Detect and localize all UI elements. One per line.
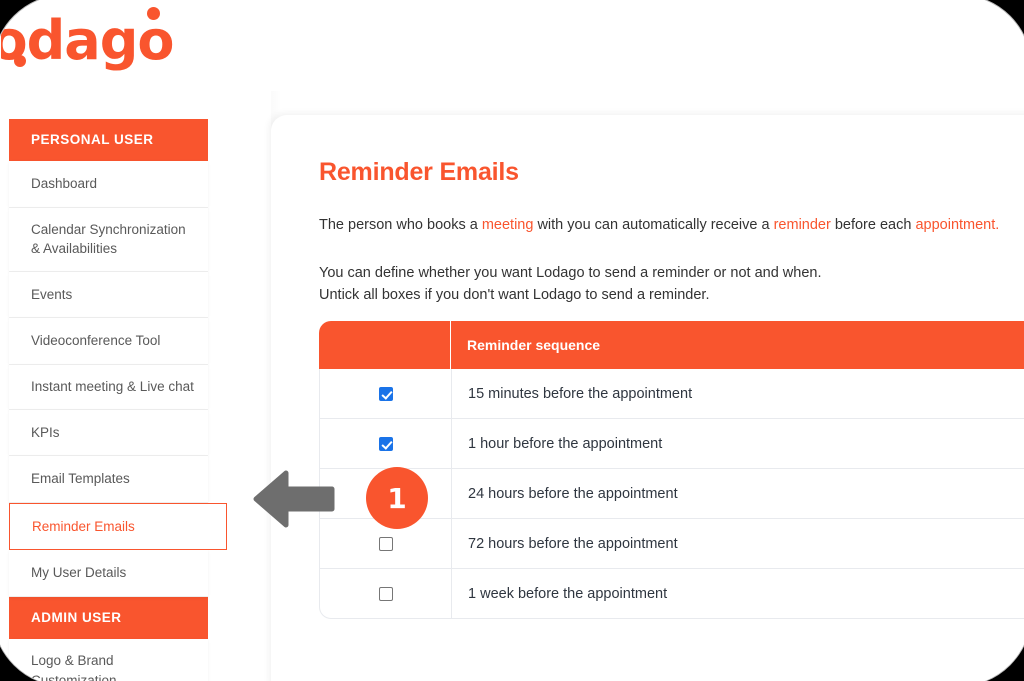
- table-cell-label: 24 hours before the appointment: [468, 485, 678, 502]
- intro-paragraph-2: You can define whether you want Lodago t…: [319, 265, 822, 281]
- sidebar-item-dashboard[interactable]: Dashboard: [9, 161, 208, 208]
- step-badge-1: 1: [366, 467, 428, 529]
- intro-paragraph-3: Untick all boxes if you don't want Lodag…: [319, 287, 710, 303]
- lodago-logo[interactable]: lodago: [1, 7, 174, 72]
- sidebar-item-videoconference-tool[interactable]: Videoconference Tool: [9, 318, 208, 365]
- intro-highlight-appointment: appointment.: [915, 217, 1000, 233]
- logo-dot-o-icon: [147, 7, 160, 20]
- main-content-card: Reminder Emails The person who books a m…: [271, 115, 1024, 681]
- logo-text: lodago: [1, 9, 174, 72]
- table-cell-checkbox: [320, 569, 452, 618]
- intro-text-c: before each: [830, 217, 916, 233]
- left-arrow-annotation-icon: [253, 470, 335, 528]
- app-window: lodago PERSONAL USER Dashboard Calendar …: [0, 0, 1024, 681]
- intro-paragraph-1: The person who books a meeting with you …: [319, 215, 999, 236]
- logo-dot-i-icon: [14, 55, 26, 67]
- sidebar-item-calendar-synchronization[interactable]: Calendar Synchronization & Availabilitie…: [9, 207, 208, 272]
- intro-text-a: The person who books a: [319, 217, 482, 233]
- sidebar: PERSONAL USER Dashboard Calendar Synchro…: [1, 91, 271, 681]
- sidebar-nav-list: PERSONAL USER Dashboard Calendar Synchro…: [9, 119, 227, 681]
- intro-highlight-reminder: reminder: [773, 217, 831, 233]
- checkbox-1-week[interactable]: [378, 586, 393, 601]
- checkbox-1-hour[interactable]: [378, 436, 393, 451]
- sidebar-section-admin-user: ADMIN USER: [9, 596, 208, 639]
- table-row[interactable]: 1 week before the appointment: [319, 569, 1024, 619]
- table-cell-label: 1 hour before the appointment: [468, 435, 663, 452]
- checkbox-72-hours[interactable]: [378, 536, 393, 551]
- sidebar-item-reminder-emails[interactable]: Reminder Emails: [9, 502, 227, 551]
- table-cell-checkbox: [320, 369, 452, 418]
- sidebar-item-instant-meeting-live-chat[interactable]: Instant meeting & Live chat: [9, 365, 208, 410]
- reminder-sequence-table: Reminder sequence 15 minutes before the …: [319, 321, 1024, 619]
- table-header-checkbox-column: [319, 321, 451, 369]
- sidebar-item-events[interactable]: Events: [9, 271, 208, 319]
- table-cell-label: 15 minutes before the appointment: [468, 385, 693, 402]
- sidebar-item-email-templates[interactable]: Email Templates: [9, 456, 208, 503]
- screenshot-root: lodago PERSONAL USER Dashboard Calendar …: [0, 0, 1024, 681]
- intro-text-b: with you can automatically receive a: [533, 217, 774, 233]
- table-header-row: Reminder sequence: [319, 321, 1024, 369]
- table-row[interactable]: 15 minutes before the appointment: [319, 369, 1024, 419]
- table-cell-label: 1 week before the appointment: [468, 585, 668, 602]
- sidebar-section-personal-user: PERSONAL USER: [9, 119, 208, 162]
- app-body: PERSONAL USER Dashboard Calendar Synchro…: [1, 91, 1024, 681]
- table-cell-label: 72 hours before the appointment: [468, 535, 678, 552]
- intro-highlight-meeting: meeting: [481, 217, 534, 233]
- checkbox-15-minutes[interactable]: [378, 386, 393, 401]
- sidebar-item-logo-brand-customization[interactable]: Logo & Brand Customization: [9, 639, 208, 681]
- table-cell-checkbox: [320, 419, 452, 468]
- table-header-reminder-sequence: Reminder sequence: [467, 337, 601, 353]
- page-title: Reminder Emails: [319, 158, 519, 186]
- logo-container: lodago: [1, 1, 341, 97]
- table-row[interactable]: 72 hours before the appointment: [319, 519, 1024, 569]
- sidebar-item-kpis[interactable]: KPIs: [9, 409, 208, 457]
- sidebar-item-my-user-details[interactable]: My User Details: [9, 550, 208, 597]
- table-row[interactable]: 1 hour before the appointment: [319, 419, 1024, 469]
